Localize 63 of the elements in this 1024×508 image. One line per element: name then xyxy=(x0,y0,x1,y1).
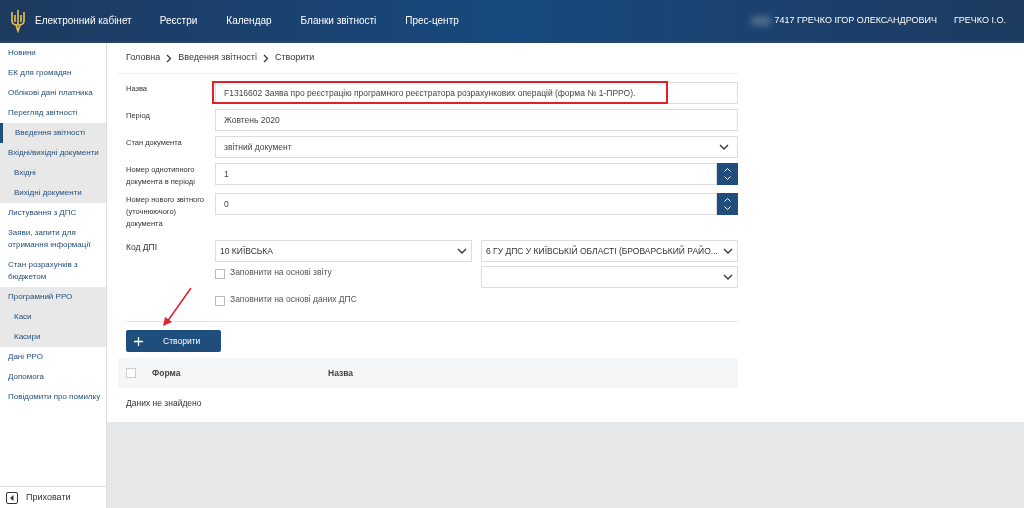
chevron-down-icon[interactable] xyxy=(724,206,731,210)
breadcrumb-link[interactable]: Створити xyxy=(274,51,315,65)
create-button[interactable]: Створити xyxy=(126,330,221,352)
sidebar-item[interactable]: Дані РРО xyxy=(0,347,106,367)
select-field[interactable] xyxy=(481,266,738,288)
select-field[interactable]: 6 ГУ ДПС У КИЇВСЬКІЙ ОБЛАСТІ (БРОВАРСЬКИЙ РАЙО... xyxy=(481,240,738,262)
chevron-right-icon xyxy=(262,53,269,63)
plus-icon xyxy=(134,336,143,346)
sidebar-item[interactable]: Новини xyxy=(0,43,106,63)
chevron-down-icon[interactable] xyxy=(724,176,731,180)
chevron-down-icon xyxy=(723,248,733,254)
checkbox[interactable] xyxy=(126,368,136,378)
nav-link[interactable]: Календар xyxy=(226,13,272,28)
input-field[interactable]: F1316602 Заява про реєстрацію програмного реєстратора розрахункових операцій (форма № 1-ПРРО). xyxy=(215,82,738,104)
column-header: Форма xyxy=(152,366,182,380)
spinner-control[interactable] xyxy=(717,163,738,185)
sidebar-item[interactable]: Перегляд звітності xyxy=(0,103,106,123)
checkbox[interactable] xyxy=(215,269,225,279)
sidebar-item[interactable]: Каси xyxy=(0,307,106,327)
chevron-down-icon xyxy=(457,248,467,254)
select-field[interactable]: 10 КИЇВСЬКА xyxy=(215,240,472,262)
collapse-icon[interactable] xyxy=(6,491,18,504)
checkbox-label[interactable]: Заповнити на основі звіту xyxy=(230,266,332,279)
sidebar-item[interactable]: Вхідні xyxy=(0,163,106,183)
sidebar-item[interactable]: Введення звітності xyxy=(0,123,106,143)
column-header: Назва xyxy=(328,366,354,380)
site-title[interactable]: Електронний кабінет xyxy=(35,13,132,28)
input-field[interactable]: 0 xyxy=(215,193,717,215)
empty-table-message: Даних не знайдено xyxy=(126,396,202,410)
chevron-up-icon[interactable] xyxy=(724,198,731,202)
field-label: Код ДПІ xyxy=(126,241,159,254)
trident-logo-icon[interactable] xyxy=(10,8,26,33)
nav-link[interactable]: Прес-центр xyxy=(405,13,459,28)
nav-link[interactable]: Реєстри xyxy=(159,13,198,28)
annotation-arrow xyxy=(161,286,193,328)
sidebar-item[interactable]: Допомога xyxy=(0,367,106,387)
sidebar-item[interactable]: ЕК для громадян xyxy=(0,63,106,83)
chevron-down-icon xyxy=(723,274,733,280)
hide-sidebar-link[interactable]: Приховати xyxy=(26,490,71,505)
chevron-up-icon[interactable] xyxy=(724,168,731,172)
input-field[interactable]: 1 xyxy=(215,163,717,185)
checkbox-label[interactable]: Заповнити на основі даних ДПС xyxy=(230,293,357,306)
input-field[interactable]: Жовтень 2020 xyxy=(215,109,738,131)
sidebar-item[interactable]: Заяви, запити для отримання інформації xyxy=(0,223,106,255)
sidebar-item[interactable]: Вихідні документи xyxy=(0,183,106,203)
sidebar-item[interactable]: Вхідні/вихідні документи xyxy=(0,143,106,163)
breadcrumb-link[interactable]: Головна xyxy=(126,51,161,65)
breadcrumb-link[interactable]: Введення звітності xyxy=(178,51,257,65)
sidebar-item[interactable]: Стан розрахунків з бюджетом xyxy=(0,255,106,287)
chevron-down-icon xyxy=(719,144,729,150)
nav-link[interactable]: Бланки звітності xyxy=(300,13,377,28)
chevron-right-icon xyxy=(166,53,173,63)
select-field[interactable]: звітний документ xyxy=(215,136,738,158)
sidebar-item[interactable]: Програмний РРО xyxy=(0,287,106,307)
sidebar-item[interactable]: Повідомити про помилку xyxy=(0,387,106,407)
sidebar-item[interactable]: Облікові дані платника xyxy=(0,83,106,103)
user-short-name[interactable]: ГРЕЧКО І.О. xyxy=(953,13,1006,28)
checkbox[interactable] xyxy=(215,296,225,306)
sidebar-item[interactable]: Листування з ДПС xyxy=(0,203,106,223)
spinner-control[interactable] xyxy=(717,193,738,215)
sidebar-item[interactable]: Касири xyxy=(0,327,106,347)
redacted-blur xyxy=(750,15,773,26)
user-name[interactable]: 7417 ГРЕЧКО ІГОР ОЛЕКСАНДРОВИЧ xyxy=(774,13,937,28)
